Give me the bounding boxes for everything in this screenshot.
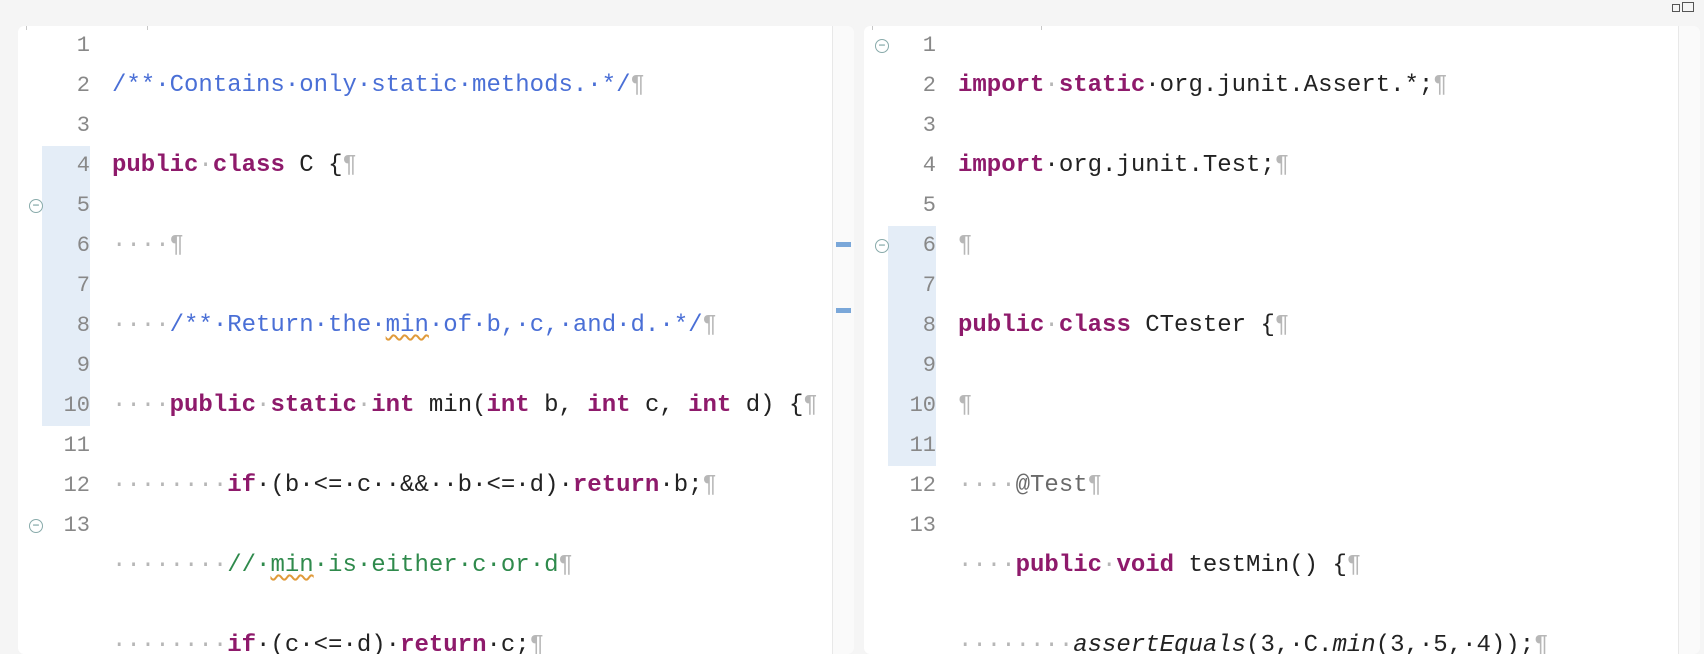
line-number: 10	[888, 386, 936, 426]
gutter-left[interactable]: 1 2 3 4 −5 6 7 8 9 10 11 12 −13	[42, 26, 96, 654]
line-number: 11	[888, 426, 936, 466]
line-number: 7	[888, 266, 936, 306]
line-number: −13	[42, 506, 90, 546]
code-line: /**·Contains·only·static·methods.·*/¶	[112, 66, 832, 106]
editor-right[interactable]: −1 2 3 4 5 −6 7 8 9 10 11 12 13 import·s…	[864, 26, 1700, 654]
editor-pane-right: J CTester.java ✕ −1 2 3 4 5 −6 7 8 9 10 …	[864, 26, 1700, 654]
overview-mark	[836, 308, 851, 313]
code-line: ····¶	[112, 226, 832, 266]
code-line: import·static·org.junit.Assert.*;¶	[958, 66, 1678, 106]
line-number: 11	[42, 426, 90, 466]
line-number: −5	[42, 186, 90, 226]
line-number: −6	[888, 226, 936, 266]
view-toolbar	[1672, 4, 1694, 12]
overview-ruler-left[interactable]	[832, 26, 854, 654]
code-line: ¶	[958, 226, 1678, 266]
minimize-icon[interactable]	[1672, 4, 1680, 12]
line-number: 9	[888, 346, 936, 386]
fold-toggle-icon[interactable]: −	[875, 39, 889, 53]
line-number: 12	[888, 466, 936, 506]
code-line: ¶	[958, 386, 1678, 426]
fold-toggle-icon[interactable]: −	[875, 239, 889, 253]
line-number: 5	[888, 186, 936, 226]
editor-left[interactable]: 1 2 3 4 −5 6 7 8 9 10 11 12 −13 /**·Cont…	[18, 26, 854, 654]
code-line: ····/**·Return·the·min·of·b,·c,·and·d.·*…	[112, 306, 832, 346]
line-number: 9	[42, 346, 90, 386]
overview-ruler-right[interactable]	[1678, 26, 1700, 654]
code-line: import·org.junit.Test;¶	[958, 146, 1678, 186]
code-line: ····public·static·int min(int b, int c, …	[112, 386, 832, 426]
code-line: ····@Test¶	[958, 466, 1678, 506]
fold-toggle-icon[interactable]: −	[29, 199, 43, 213]
line-number: −1	[888, 26, 936, 66]
code-line: public·class CTester {¶	[958, 306, 1678, 346]
folding-bar-left	[96, 26, 108, 654]
line-number: 8	[42, 306, 90, 346]
code-line: ········if·(b·<=·c··&&··b·<=·d)·return·b…	[112, 466, 832, 506]
fold-toggle-icon[interactable]: −	[29, 519, 43, 533]
line-number: 10	[42, 386, 90, 426]
line-number: 4	[42, 146, 90, 186]
code-line: ····public·void testMin() {¶	[958, 546, 1678, 586]
line-number: 3	[42, 106, 90, 146]
overview-mark	[836, 242, 851, 247]
ide-split-view: J C.java ✕ 1 2 3 4 −5 6 7 8 9 10 11 12 −…	[0, 0, 1704, 654]
line-number: 4	[888, 146, 936, 186]
line-number: 12	[42, 466, 90, 506]
line-number: 6	[42, 226, 90, 266]
code-line: ········if·(c·<=·d)·return·c;¶	[112, 626, 832, 654]
code-area-left[interactable]: /**·Contains·only·static·methods.·*/¶ pu…	[108, 26, 832, 654]
line-number: 1	[42, 26, 90, 66]
code-area-right[interactable]: import·static·org.junit.Assert.*;¶ impor…	[954, 26, 1678, 654]
line-number: 7	[42, 266, 90, 306]
code-line: ········//·min·is·either·c·or·d¶	[112, 546, 832, 586]
code-line: ········assertEquals(3,·C.min(3,·5,·4));…	[958, 626, 1678, 654]
code-line: public·class C {¶	[112, 146, 832, 186]
maximize-icon[interactable]	[1684, 4, 1694, 12]
line-number: 2	[42, 66, 90, 106]
line-number: 3	[888, 106, 936, 146]
folding-bar-right	[942, 26, 954, 654]
marker-bar-right	[864, 26, 888, 654]
line-number: 13	[888, 506, 936, 546]
gutter-right[interactable]: −1 2 3 4 5 −6 7 8 9 10 11 12 13	[888, 26, 942, 654]
marker-bar-left	[18, 26, 42, 654]
editor-pane-left: J C.java ✕ 1 2 3 4 −5 6 7 8 9 10 11 12 −…	[18, 26, 854, 654]
line-number: 8	[888, 306, 936, 346]
line-number: 2	[888, 66, 936, 106]
